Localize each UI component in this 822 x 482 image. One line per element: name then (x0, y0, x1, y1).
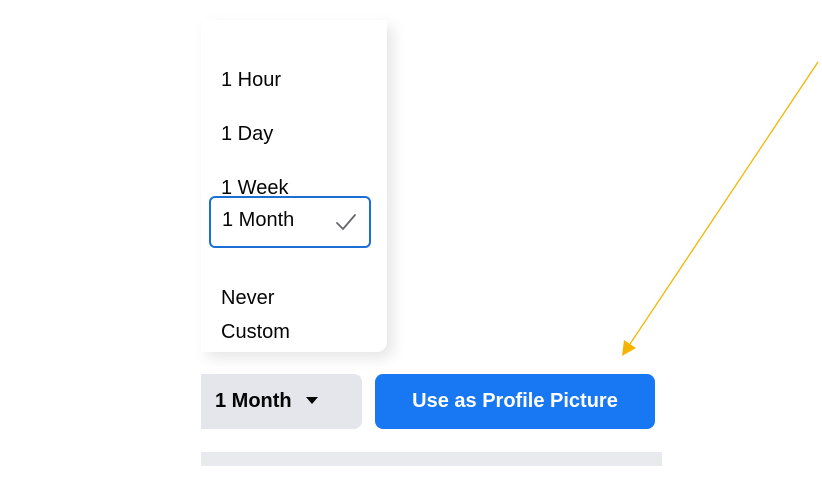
duration-select-value: 1 Month (215, 390, 292, 412)
menu-item-label: 1 Day (221, 123, 274, 145)
menu-item-label: Never (221, 287, 275, 309)
use-as-profile-picture-button[interactable]: Use as Profile Picture (375, 374, 655, 429)
duration-select[interactable]: 1 Month (201, 374, 362, 429)
menu-item-label: 1 Hour (221, 69, 282, 91)
caret-down-icon (305, 396, 318, 404)
menu-item-custom[interactable]: Custom (221, 312, 290, 352)
menu-item-1-hour[interactable]: 1 Hour (221, 60, 281, 100)
panel-bottom-strip (201, 452, 662, 466)
menu-item-1-day[interactable]: 1 Day (221, 114, 273, 154)
screenshot-stage: 1 Hour 1 Day 1 Week 1 Month Never Custom… (0, 0, 822, 482)
duration-dropdown-menu: 1 Hour 1 Day 1 Week 1 Month Never Custom (201, 20, 387, 352)
menu-item-label: 1 Month (222, 209, 295, 231)
menu-item-label: Custom (221, 321, 290, 343)
check-icon (336, 214, 356, 230)
menu-item-1-month[interactable]: 1 Month (209, 196, 371, 248)
